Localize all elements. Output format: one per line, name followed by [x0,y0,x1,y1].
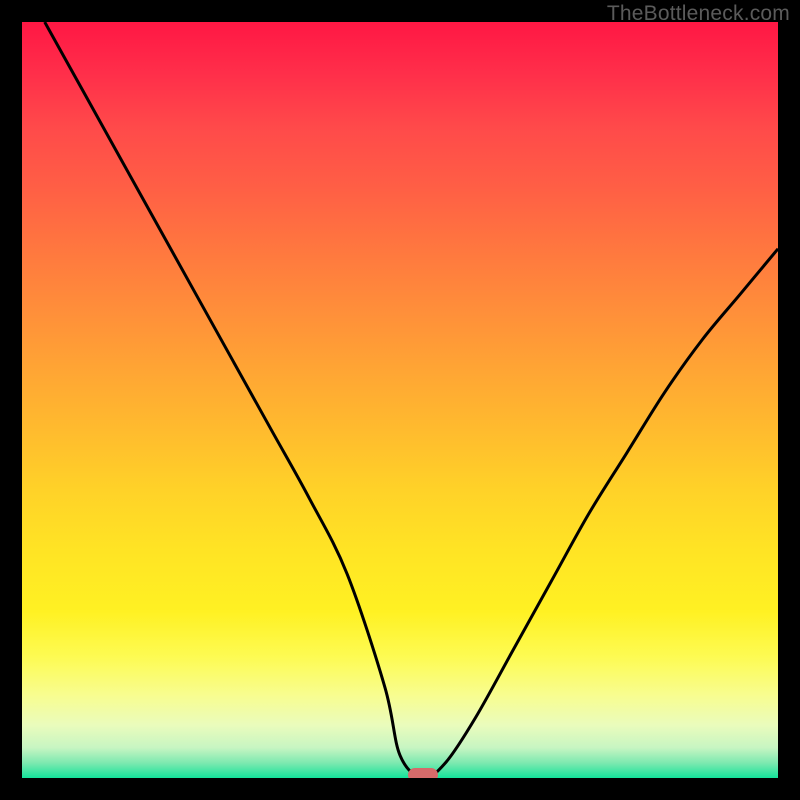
bottleneck-curve [22,22,778,778]
minimum-marker [408,768,438,778]
plot-area [22,22,778,778]
chart-frame: TheBottleneck.com [0,0,800,800]
curve-path [45,22,778,778]
watermark-text: TheBottleneck.com [607,2,790,26]
